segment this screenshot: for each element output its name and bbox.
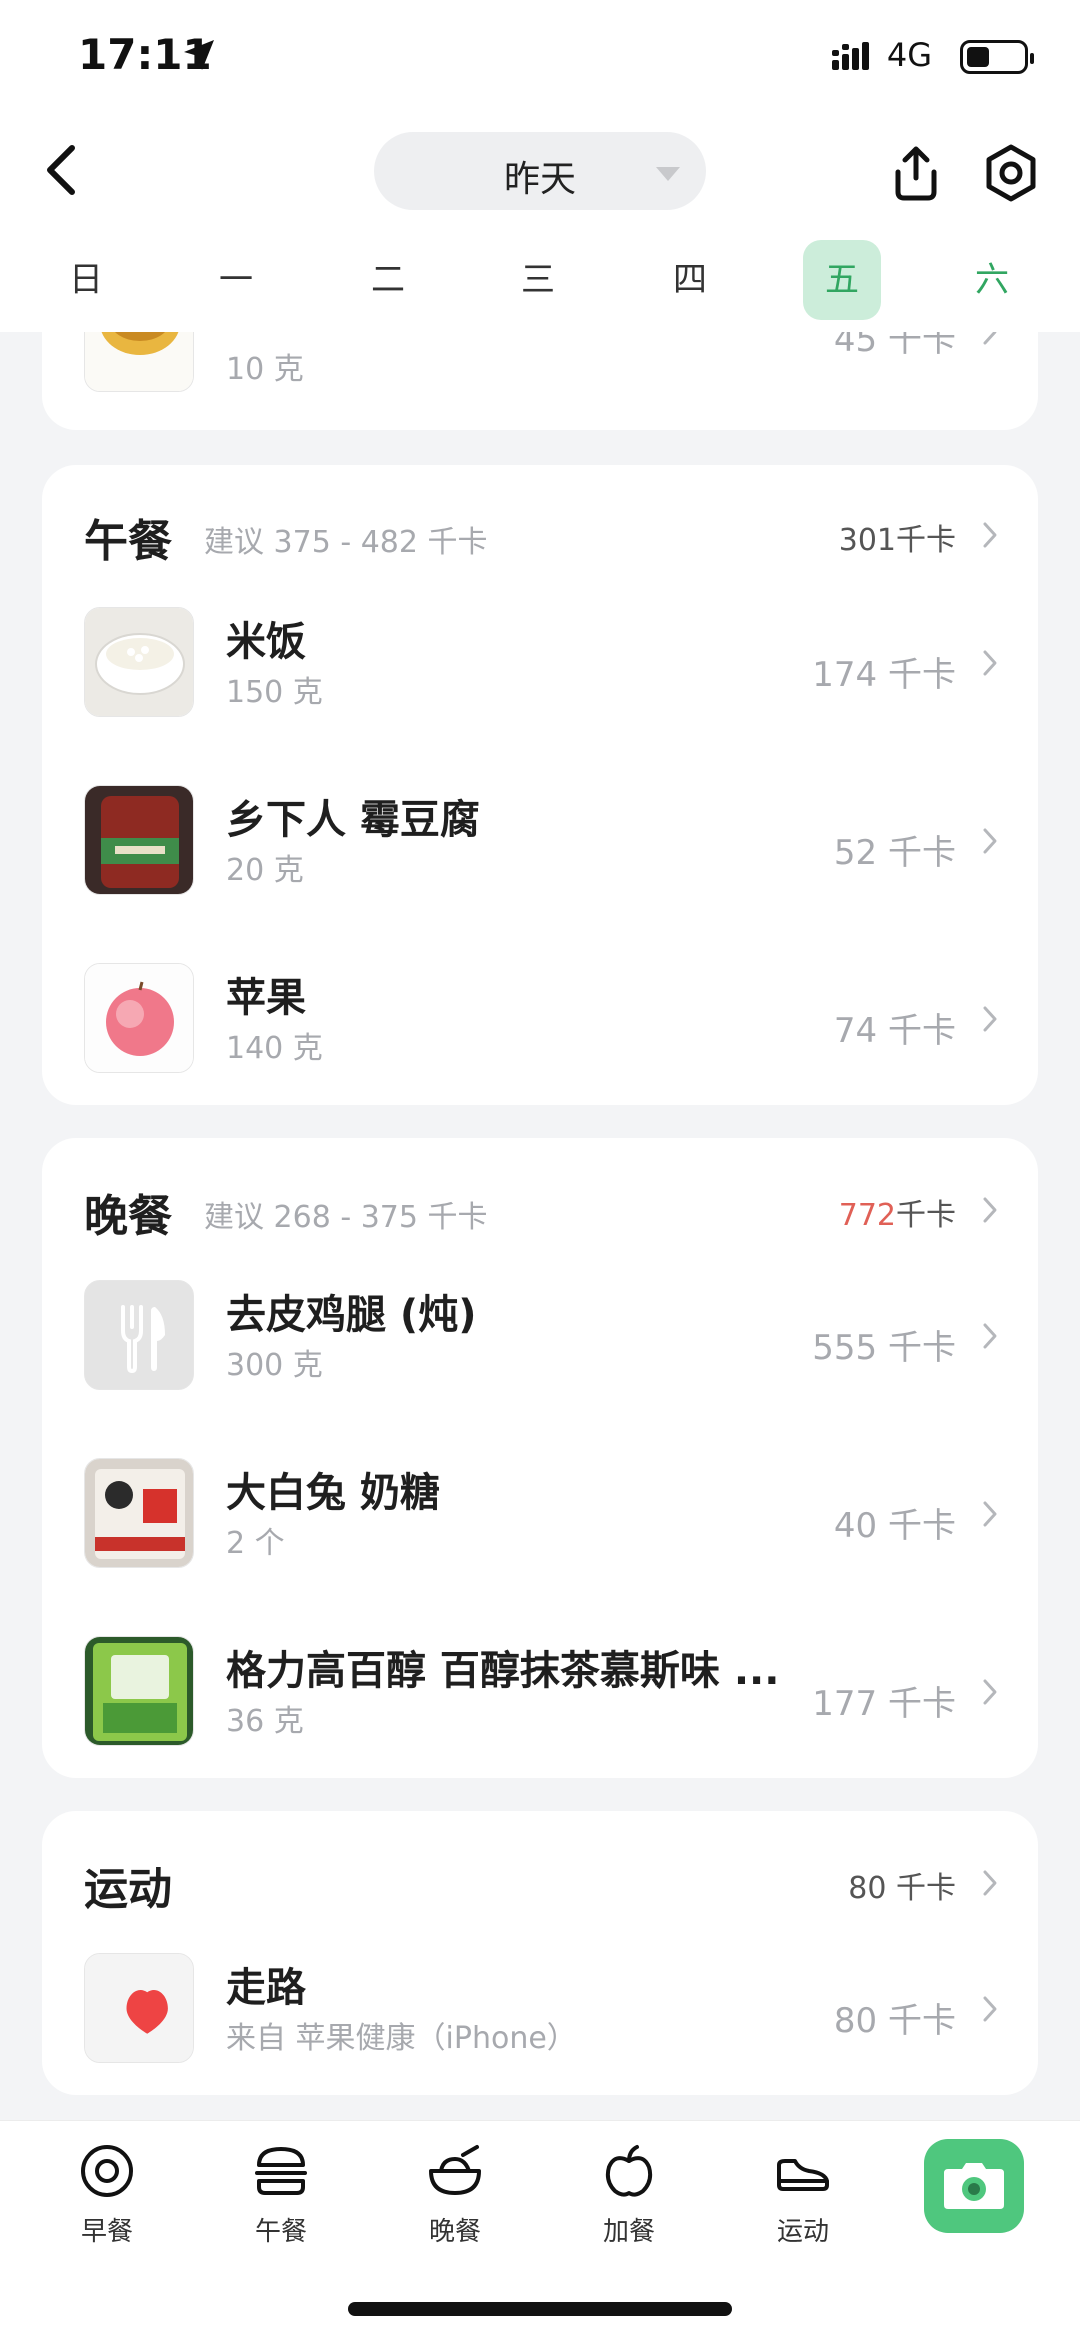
battery-icon xyxy=(960,40,1034,74)
dinner-card: 晚餐 建议 268 - 375 千卡 772千卡 去皮鸡腿 (炖) 300 克 … xyxy=(42,1138,1038,1778)
food-name: 米饭 xyxy=(226,619,306,665)
food-kcal: 40 千卡 xyxy=(833,1506,956,1546)
food-name: 大白兔 奶糖 xyxy=(226,1470,440,1516)
food-thumbnail-rice xyxy=(84,607,194,717)
food-row[interactable]: 大白兔 奶糖 2 个 40 千卡 xyxy=(84,1458,1000,1570)
chevron-right-icon xyxy=(983,1679,997,1705)
sneaker-icon xyxy=(777,2159,829,2191)
tab-breakfast[interactable]: 早餐 xyxy=(52,2141,162,2251)
chevron-right-icon xyxy=(983,1197,997,1223)
food-name: 格力高百醇 百醇抹茶慕斯味 ... xyxy=(226,1648,780,1694)
food-row[interactable]: 去皮鸡腿 (炖) 300 克 555 千卡 xyxy=(84,1280,1000,1392)
heart-icon xyxy=(84,1953,194,2063)
tab-lunch[interactable]: 午餐 xyxy=(226,2141,336,2251)
status-bar: 17:11 4G xyxy=(0,0,1080,110)
burger-icon xyxy=(255,2147,307,2195)
header: 昨天 日 一 二 三 四 五 六 xyxy=(0,110,1080,332)
food-amount: 140 克 xyxy=(226,1031,323,1066)
camera-button[interactable] xyxy=(924,2139,1024,2233)
meal-title: 晚餐 xyxy=(84,1191,172,1242)
weekday-sat[interactable]: 六 xyxy=(953,240,1031,320)
food-name: 苹果 xyxy=(226,975,306,1021)
food-thumbnail-tofu xyxy=(84,785,194,895)
food-name: 乡下人 霉豆腐 xyxy=(226,797,480,843)
meal-total-unit: 千卡 xyxy=(896,1198,956,1233)
weekday-thu[interactable]: 四 xyxy=(651,240,729,320)
tab-label: 运动 xyxy=(776,2217,829,2247)
tab-snack[interactable]: 加餐 xyxy=(574,2141,684,2251)
food-thumbnail-pretz xyxy=(84,1636,194,1746)
camera-icon xyxy=(944,2163,1004,2209)
chevron-right-icon xyxy=(983,1323,997,1349)
meal-total: 301千卡 xyxy=(838,523,956,558)
food-amount: 2 个 xyxy=(226,1526,285,1561)
meal-total: 772千卡 xyxy=(839,1190,956,1234)
chevron-right-icon xyxy=(983,1501,997,1527)
food-row[interactable]: 米饭 150 克 174 千卡 xyxy=(84,607,1000,719)
exercise-name: 走路 xyxy=(226,1965,306,2011)
meal-total: 80 千卡 xyxy=(848,1871,956,1906)
weekday-tue[interactable]: 二 xyxy=(349,240,427,320)
dropdown-triangle-icon xyxy=(656,167,680,181)
food-kcal: 174 千卡 xyxy=(812,655,956,695)
food-amount: 10 克 xyxy=(226,352,304,387)
chevron-right-icon xyxy=(983,522,997,548)
food-amount: 36 克 xyxy=(226,1704,304,1739)
signal-icon xyxy=(832,42,869,70)
food-amount: 300 克 xyxy=(226,1348,323,1383)
lunch-card: 午餐 建议 375 - 482 千卡 301千卡 米饭 150 克 174 千卡 xyxy=(42,465,1038,1105)
chevron-right-icon xyxy=(983,828,997,854)
tab-label: 晚餐 xyxy=(428,2217,481,2247)
exercise-header[interactable]: 运动 80 千卡 xyxy=(84,1853,1000,1915)
weekday-wed[interactable]: 三 xyxy=(499,240,577,320)
chevron-right-icon xyxy=(983,1870,997,1896)
weekday-sun[interactable]: 日 xyxy=(47,240,125,320)
settings-button[interactable] xyxy=(982,144,1040,202)
food-name: 去皮鸡腿 (炖) xyxy=(226,1292,477,1338)
weekday-fri[interactable]: 五 xyxy=(803,240,881,320)
bowl-icon xyxy=(429,2145,481,2195)
food-row[interactable]: 乡下人 霉豆腐 20 克 52 千卡 xyxy=(84,785,1000,897)
food-row[interactable]: 格力高百醇 百醇抹茶慕斯味 ... 36 克 177 千卡 xyxy=(84,1636,1000,1748)
meal-title: 运动 xyxy=(84,1864,172,1915)
food-thumbnail-candy xyxy=(84,1458,194,1568)
food-amount: 20 克 xyxy=(226,853,304,888)
chevron-right-icon xyxy=(983,1006,997,1032)
lunch-header[interactable]: 午餐 建议 375 - 482 千卡 301千卡 xyxy=(84,505,1000,567)
food-amount: 150 克 xyxy=(226,675,323,710)
tab-exercise[interactable]: 运动 xyxy=(748,2141,858,2251)
dinner-header[interactable]: 晚餐 建议 268 - 375 千卡 772千卡 xyxy=(84,1180,1000,1242)
exercise-source: 来自 苹果健康（iPhone） xyxy=(226,2021,577,2056)
tab-label: 午餐 xyxy=(254,2217,307,2247)
network-type: 4G xyxy=(886,36,932,74)
meal-title: 午餐 xyxy=(84,516,172,567)
breakfast-icon xyxy=(81,2145,133,2197)
meal-hint: 建议 375 - 482 千卡 xyxy=(204,525,488,560)
meal-hint: 建议 268 - 375 千卡 xyxy=(204,1200,488,1235)
exercise-row[interactable]: 走路 来自 苹果健康（iPhone） 80 千卡 xyxy=(84,1953,1000,2065)
share-button[interactable] xyxy=(886,144,946,204)
chevron-right-icon xyxy=(983,1996,997,2022)
exercise-card: 运动 80 千卡 走路 来自 苹果健康（iPhone） 80 千卡 xyxy=(42,1811,1038,2095)
food-thumbnail-apple xyxy=(84,963,194,1073)
home-indicator xyxy=(348,2302,732,2316)
food-row[interactable]: 苹果 140 克 74 千卡 xyxy=(84,963,1000,1075)
tab-label: 早餐 xyxy=(80,2217,133,2247)
weekday-selector: 日 一 二 三 四 五 六 xyxy=(0,240,1080,320)
meal-total-value: 772 xyxy=(838,1198,896,1233)
exercise-kcal: 80 千卡 xyxy=(833,2001,956,2041)
food-kcal: 74 千卡 xyxy=(833,1011,956,1051)
tab-label: 加餐 xyxy=(602,2217,655,2247)
weekday-mon[interactable]: 一 xyxy=(197,240,275,320)
food-kcal: 177 千卡 xyxy=(812,1684,956,1724)
back-button[interactable] xyxy=(36,140,86,200)
food-kcal: 52 千卡 xyxy=(833,833,956,873)
fork-knife-icon xyxy=(84,1280,194,1390)
date-selector[interactable]: 昨天 xyxy=(374,132,706,210)
apple-icon xyxy=(605,2145,653,2197)
chevron-right-icon xyxy=(983,650,997,676)
food-kcal: 555 千卡 xyxy=(812,1328,956,1368)
tab-dinner[interactable]: 晚餐 xyxy=(400,2141,510,2251)
location-arrow-icon xyxy=(184,40,214,70)
